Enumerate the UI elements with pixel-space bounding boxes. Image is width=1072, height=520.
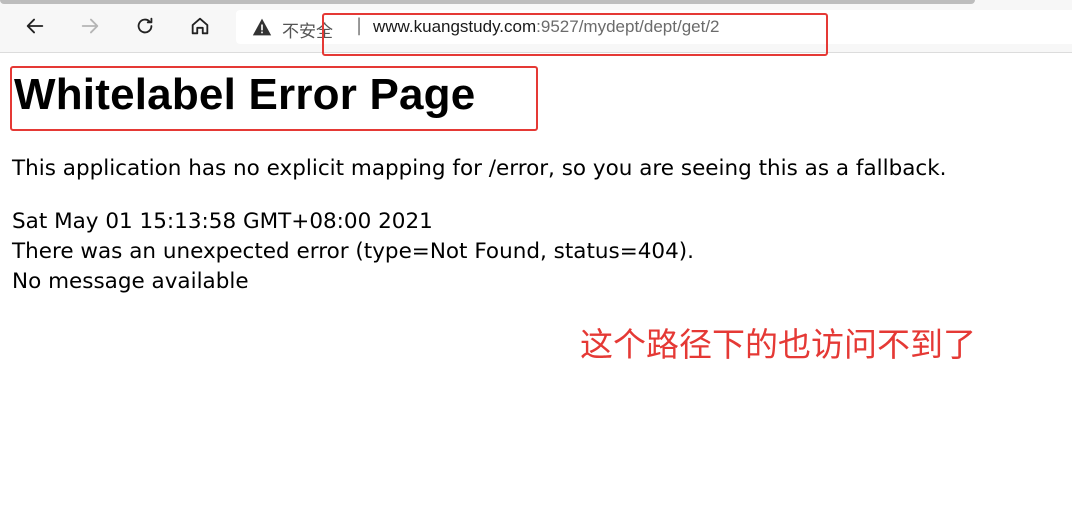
error-description: This application has no explicit mapping…	[12, 156, 947, 181]
back-arrow-icon	[26, 18, 44, 34]
url-highlight-box	[322, 13, 828, 56]
back-button[interactable]	[21, 12, 49, 40]
refresh-icon	[137, 17, 153, 34]
red-annotation-text: 这个路径下的也访问不到了	[580, 325, 976, 364]
forward-arrow-icon	[81, 18, 99, 34]
refresh-button[interactable]	[131, 12, 159, 40]
warning-triangle-icon[interactable]	[252, 17, 272, 37]
forward-button[interactable]	[76, 12, 104, 40]
error-message: No message available	[12, 269, 249, 294]
home-button[interactable]	[186, 12, 214, 40]
title-highlight-box	[10, 66, 538, 131]
error-timestamp: Sat May 01 15:13:58 GMT+08:00 2021	[12, 209, 433, 234]
home-icon	[191, 17, 209, 35]
error-status: There was an unexpected error (type=Not …	[12, 239, 694, 264]
tab-strip-edge	[0, 0, 975, 4]
